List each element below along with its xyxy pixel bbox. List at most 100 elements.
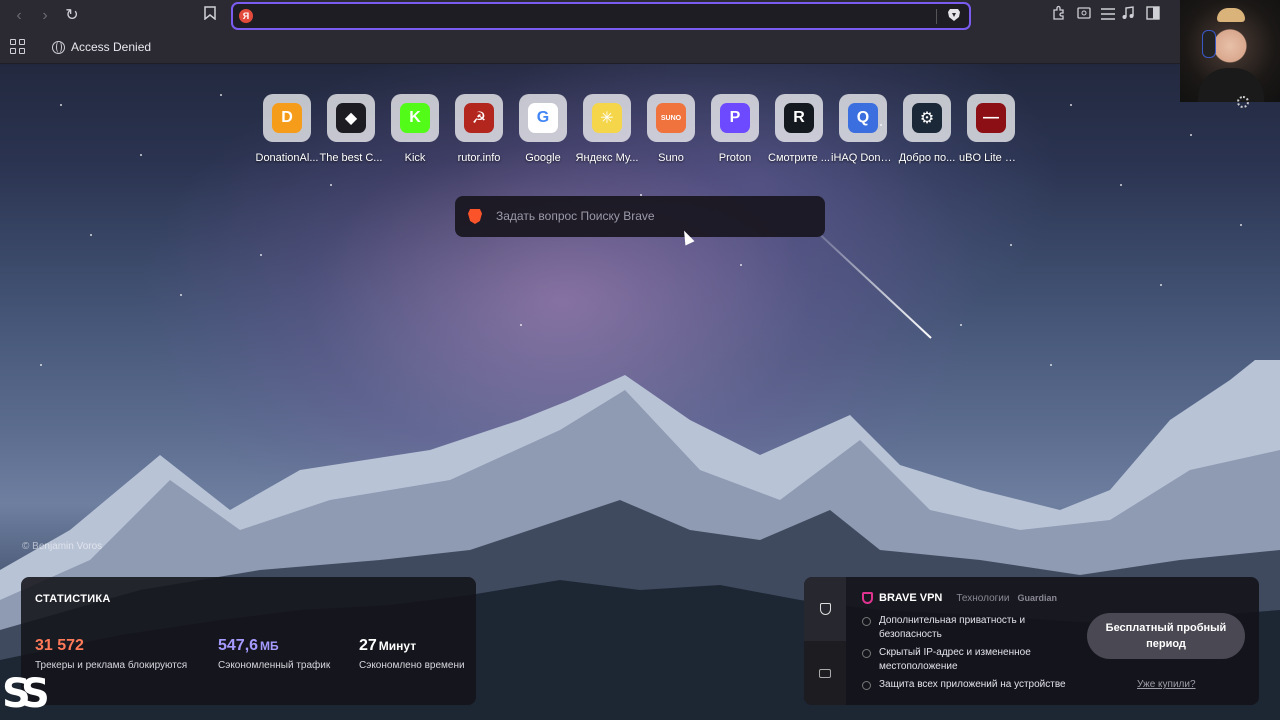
shortcut-tile[interactable]: — uBO Lite —...: [959, 94, 1023, 166]
shortcut-tile[interactable]: D DonationAl...: [255, 94, 319, 166]
brave-search-box[interactable]: Задать вопрос Поиску Brave: [455, 196, 825, 237]
bookmark-label: Access Denied: [71, 40, 152, 54]
apps-grid-icon[interactable]: [10, 39, 26, 55]
stats-widget: СТАТИСТИКА 31 572 Трекеры и реклама блок…: [21, 577, 476, 705]
stat-value: 31 572: [35, 637, 84, 654]
shortcut-tile[interactable]: ⚙ Добро по...: [895, 94, 959, 166]
vpn-logo-icon: [862, 592, 873, 604]
shortcut-icon-box: K: [391, 94, 439, 142]
shortcut-label: Добро по...: [898, 152, 956, 164]
stat-value: 27: [359, 637, 377, 654]
shortcut-icon-box: ⚙: [903, 94, 951, 142]
menu-button[interactable]: [1097, 5, 1119, 27]
shortcut-tile[interactable]: K Kick: [383, 94, 447, 166]
shortcut-tile[interactable]: QiHAQ Dona...: [831, 94, 895, 166]
forward-button[interactable]: ›: [34, 5, 56, 27]
stat-time: 27 Минут Сэкономлено времени: [359, 637, 465, 671]
shortcut-icon-box: D: [263, 94, 311, 142]
check-icon: [862, 681, 871, 690]
shortcut-tile[interactable]: ◆ The best C...: [319, 94, 383, 166]
stat-unit: Минут: [378, 639, 417, 653]
shortcut-tile[interactable]: G Google: [511, 94, 575, 166]
shortcut-icon-box: SUNO: [647, 94, 695, 142]
shortcut-label: The best C...: [319, 152, 383, 164]
stat-label: Сэкономленный трафик: [218, 660, 331, 671]
shortcut-label: Suno: [658, 152, 684, 164]
check-icon: [862, 617, 871, 626]
bookmark-access-denied[interactable]: Access Denied: [52, 39, 151, 55]
game-controller-icon: ◆: [336, 103, 366, 133]
already-purchased-link[interactable]: Уже купили?: [1137, 679, 1196, 690]
shortcut-label: Proton: [718, 152, 752, 164]
bookmark-icon: [204, 6, 216, 21]
steam-icon: ⚙: [912, 103, 942, 133]
stat-bandwidth: 547,6 МБ Сэкономленный трафик: [218, 637, 330, 671]
vpn-feature-text: Скрытый IP-адрес и измененное местополож…: [879, 647, 1031, 672]
shortcut-tile[interactable]: R Смотрите ...: [767, 94, 831, 166]
shortcut-icon-box: ◆: [327, 94, 375, 142]
bookmarks-bar: [0, 32, 1280, 64]
shortcut-tile[interactable]: P Proton: [703, 94, 767, 166]
settings-gear-icon[interactable]: [1237, 96, 1249, 108]
vpn-feature: Дополнительная приватность и безопасност…: [862, 614, 1082, 642]
browser-toolbar: ‹ › ↻ Я: [0, 0, 1280, 32]
proton-icon: P: [720, 103, 750, 133]
vpn-feature: Защита всех приложений на устройстве: [862, 678, 1082, 692]
reload-button[interactable]: ↻: [61, 5, 83, 27]
vpn-tech-label: Технологии: [956, 592, 1010, 604]
music-button[interactable]: [1117, 5, 1139, 27]
extensions-button[interactable]: [1048, 5, 1070, 27]
shortcut-label: rutor.info: [457, 152, 501, 164]
webcam-overlay: [1180, 0, 1280, 102]
shortcut-label: Google: [525, 152, 561, 164]
stat-label: Сэкономлено времени: [359, 660, 465, 671]
suno-icon: SUNO: [656, 103, 686, 133]
tab-talk[interactable]: [804, 641, 846, 705]
brave-vpn-widget: BRAVE VPN Технологии Guardian Дополнител…: [804, 577, 1259, 705]
sidebar-icon: [1146, 6, 1160, 20]
google-icon: G: [528, 103, 558, 133]
shortcut-label: iHAQ Dona...: [831, 152, 895, 164]
kick-icon: K: [400, 103, 430, 133]
yandex-favicon-icon: Я: [239, 9, 253, 23]
vpn-feature: Скрытый IP-адрес и измененное местополож…: [862, 646, 1082, 674]
reader-icon: [1077, 7, 1091, 19]
shortcut-tile[interactable]: ✳ Яндекс Му...: [575, 94, 639, 166]
music-icon: [1122, 6, 1134, 19]
back-button[interactable]: ‹: [8, 5, 30, 27]
donationalerts-icon: D: [272, 103, 302, 133]
video-camera-icon: [819, 668, 831, 678]
search-placeholder: Задать вопрос Поиску Brave: [496, 209, 655, 223]
shortcut-icon-box: —: [967, 94, 1015, 142]
shortcut-label: DonationAl...: [255, 152, 319, 164]
rutor-icon: ☭: [464, 103, 494, 133]
address-bar[interactable]: Я: [231, 2, 971, 30]
shortcut-icon-box: ☭: [455, 94, 503, 142]
guardian-brand: Guardian: [1017, 593, 1057, 603]
shortcut-tiles: D DonationAl... ◆ The best C... K Kick ☭ rutor.…: [255, 94, 1025, 166]
photo-credit: © Benjamin Voros: [22, 541, 103, 552]
shortcut-label: Яндекс Му...: [575, 152, 639, 164]
tab-vpn[interactable]: [804, 577, 846, 641]
shield-icon: [819, 603, 831, 615]
rutube-icon: R: [784, 103, 814, 133]
extensions-icon: [1053, 5, 1064, 20]
stat-unit: МБ: [260, 639, 279, 653]
brave-shields-icon[interactable]: [947, 8, 961, 24]
shortcut-tile[interactable]: SUNO Suno: [639, 94, 703, 166]
shortcut-tile[interactable]: ☭ rutor.info: [447, 94, 511, 166]
vpn-feature-text: Дополнительная приватность и безопасност…: [879, 615, 1026, 640]
shortcut-icon-box: G: [519, 94, 567, 142]
shortcut-icon-box: R: [775, 94, 823, 142]
stat-value: 547,6: [218, 637, 259, 654]
bookmark-button[interactable]: [199, 5, 221, 27]
vpn-title: BRAVE VPN: [879, 592, 943, 604]
stats-title: СТАТИСТИКА: [35, 593, 111, 605]
sidebar-button[interactable]: [1142, 5, 1164, 27]
stat-trackers: 31 572 Трекеры и реклама блокируются: [35, 637, 187, 671]
ihaq-icon: Q: [848, 103, 878, 133]
reader-button[interactable]: [1073, 5, 1095, 27]
menu-icon: [1101, 8, 1115, 20]
free-trial-button[interactable]: Бесплатный пробный период: [1087, 613, 1245, 659]
yandex-music-icon: ✳: [592, 103, 622, 133]
